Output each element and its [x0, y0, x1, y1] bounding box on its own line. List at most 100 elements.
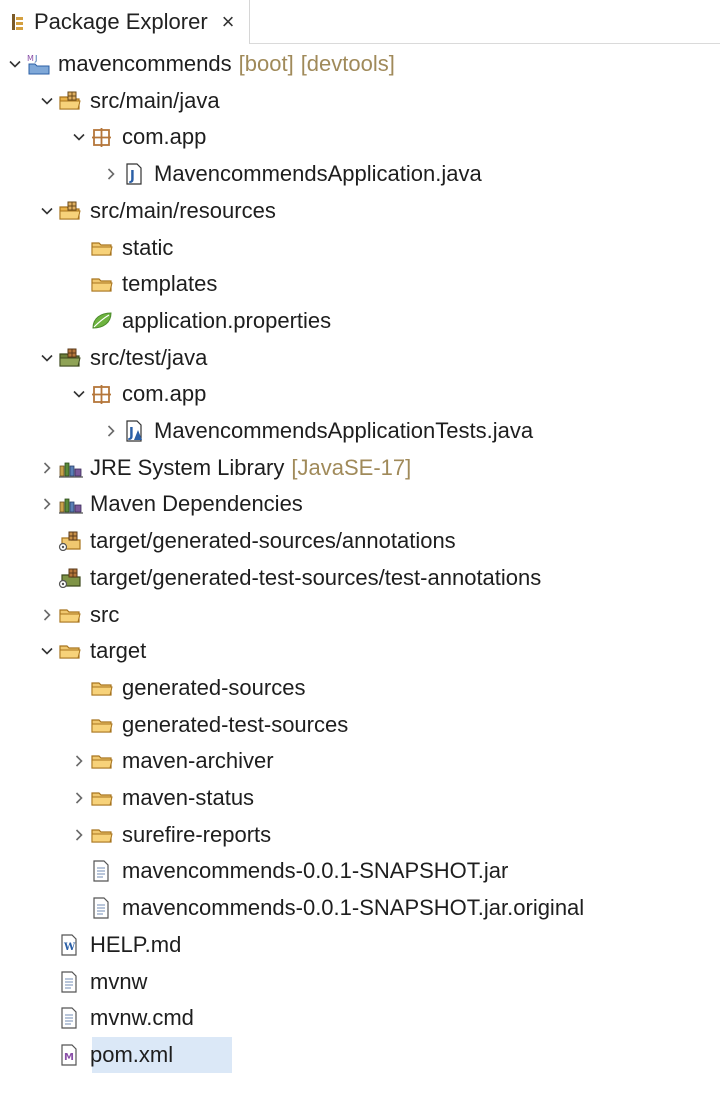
svg-text:W: W [63, 942, 76, 953]
tree-item-decoration: [boot] [238, 51, 294, 76]
library-icon [58, 493, 84, 515]
tree-item[interactable]: mvnw [0, 964, 720, 1000]
tree-item[interactable]: Mpom.xml [0, 1037, 720, 1073]
source-folder-icon [58, 90, 84, 112]
maven-project-icon: MJ [26, 53, 52, 75]
chevron-right-icon[interactable] [100, 413, 122, 449]
folder-icon [90, 273, 116, 295]
tree-item-label: maven-status [122, 785, 255, 810]
chevron-down-icon[interactable] [68, 376, 90, 412]
tree-item[interactable]: com.app [0, 119, 720, 155]
tree-item[interactable]: target/generated-sources/annotations [0, 523, 720, 559]
chevron-right-icon[interactable] [36, 450, 58, 486]
tree-item[interactable]: M Jmavencommends [boot] [devtools] [0, 46, 720, 82]
tree-item-label: target [90, 638, 147, 664]
chevron-right-icon[interactable] [68, 817, 90, 853]
text-file-icon [58, 970, 84, 993]
generated-test-source-folder-icon [58, 567, 84, 589]
tree-item[interactable]: JRE System Library [JavaSE-17] [0, 450, 720, 486]
chevron-down-icon[interactable] [36, 633, 58, 669]
chevron-down-icon[interactable] [36, 193, 58, 229]
tab-title: Package Explorer [34, 9, 208, 34]
tree-item[interactable]: target [0, 633, 720, 669]
tree-item[interactable]: mavencommends-0.0.1-SNAPSHOT.jar.origina… [0, 890, 720, 926]
tree-item-label: surefire-reports [122, 821, 272, 847]
chevron-down-icon[interactable] [36, 83, 58, 119]
tree-item-label: JRE System Library [90, 454, 285, 480]
tree-item-label: src/main/resources [90, 197, 276, 223]
chevron-right-icon[interactable] [36, 486, 58, 522]
tree-item-label: application.properties [122, 307, 332, 333]
test-source-folder-icon [58, 347, 84, 369]
folder-icon [58, 604, 84, 626]
chevron-right-icon[interactable] [68, 780, 90, 816]
tree-item-label: generated-sources [122, 674, 306, 700]
chevron-down-icon[interactable] [68, 119, 90, 155]
tree-item[interactable]: maven-status [0, 780, 720, 816]
folder-icon [90, 750, 116, 772]
text-file-icon [90, 897, 116, 919]
tree-item-label: target/generated-test-sources/test-annot… [90, 564, 542, 590]
tree-item[interactable]: J MavencommendsApplication.java [0, 156, 720, 192]
tree-item[interactable]: W HELP.md [0, 927, 720, 963]
tree-item[interactable]: target/generated-test-sources/test-annot… [0, 560, 720, 596]
package-icon [90, 126, 116, 148]
tree-item-label: mavencommends-0.0.1-SNAPSHOT.jar [122, 858, 509, 884]
close-icon[interactable]: × [222, 11, 235, 33]
folder-icon [90, 237, 116, 259]
tree-item-label: Maven Dependencies [90, 491, 303, 517]
text-file-icon [58, 1007, 84, 1029]
tree-item-label: target/generated-sources/annotations [90, 528, 456, 554]
tree-item[interactable]: mavencommends-0.0.1-SNAPSHOT.jar [0, 853, 720, 889]
library-icon [58, 457, 84, 479]
tree-item-label: static [122, 234, 174, 260]
tree-item-label: pom.xml [90, 1041, 174, 1067]
tree-item-label: com.app [122, 124, 207, 150]
chevron-right-icon[interactable] [36, 597, 58, 633]
tree-item[interactable]: Maven Dependencies [0, 486, 720, 522]
tree-item-label: mvnw [90, 968, 148, 994]
tree-item-label: com.app [122, 381, 207, 407]
tree-item-label: HELP.md [90, 931, 182, 957]
tree-item-label: MavencommendsApplication.java [154, 161, 482, 187]
chevron-down-icon[interactable] [36, 340, 58, 376]
tree-item[interactable]: generated-sources [0, 670, 720, 706]
tree-item[interactable]: generated-test-sources [0, 707, 720, 743]
folder-icon [90, 787, 116, 809]
markdown-file-icon: W [58, 934, 84, 956]
tree-item[interactable]: com.app [0, 376, 720, 412]
tree-item-label: generated-test-sources [122, 711, 349, 737]
svg-text:J: J [34, 54, 37, 63]
svg-text:M: M [27, 54, 34, 63]
generated-source-folder-icon [58, 530, 84, 552]
tree-item[interactable]: src/main/resources [0, 193, 720, 229]
tree-item-decoration: [JavaSE-17] [291, 454, 412, 480]
tree-item[interactable]: templates [0, 266, 720, 302]
tree-item[interactable]: src/main/java [0, 83, 720, 119]
tree-item-label: src/test/java [90, 344, 208, 370]
chevron-right-icon[interactable] [68, 743, 90, 779]
java-test-file-icon: J [122, 420, 148, 442]
tree-item-label: mavencommends [58, 51, 232, 76]
tree-item-label: src [90, 601, 120, 627]
tree-item[interactable]: maven-archiver [0, 743, 720, 779]
tree-item[interactable]: static [0, 230, 720, 266]
tree-item-label: templates [122, 271, 218, 297]
tab-package-explorer[interactable]: Package Explorer × [0, 0, 250, 44]
chevron-right-icon[interactable] [100, 156, 122, 192]
tree-item-label: mvnw.cmd [90, 1005, 194, 1031]
tree-item[interactable]: src/test/java [0, 340, 720, 376]
spring-leaf-icon [90, 310, 116, 332]
tree-item[interactable]: J MavencommendsApplicationTests.java [0, 413, 720, 449]
tree-item[interactable]: surefire-reports [0, 817, 720, 853]
tree-item-label: MavencommendsApplicationTests.java [154, 418, 534, 443]
folder-icon [90, 824, 116, 846]
text-file-icon [90, 860, 116, 882]
svg-text:M: M [64, 1052, 74, 1063]
tree-item[interactable]: mvnw.cmd [0, 1000, 720, 1036]
folder-icon [90, 714, 116, 736]
chevron-down-icon[interactable] [4, 46, 26, 82]
folder-icon [58, 640, 84, 662]
tree-item[interactable]: application.properties [0, 303, 720, 339]
tree-item[interactable]: src [0, 597, 720, 633]
